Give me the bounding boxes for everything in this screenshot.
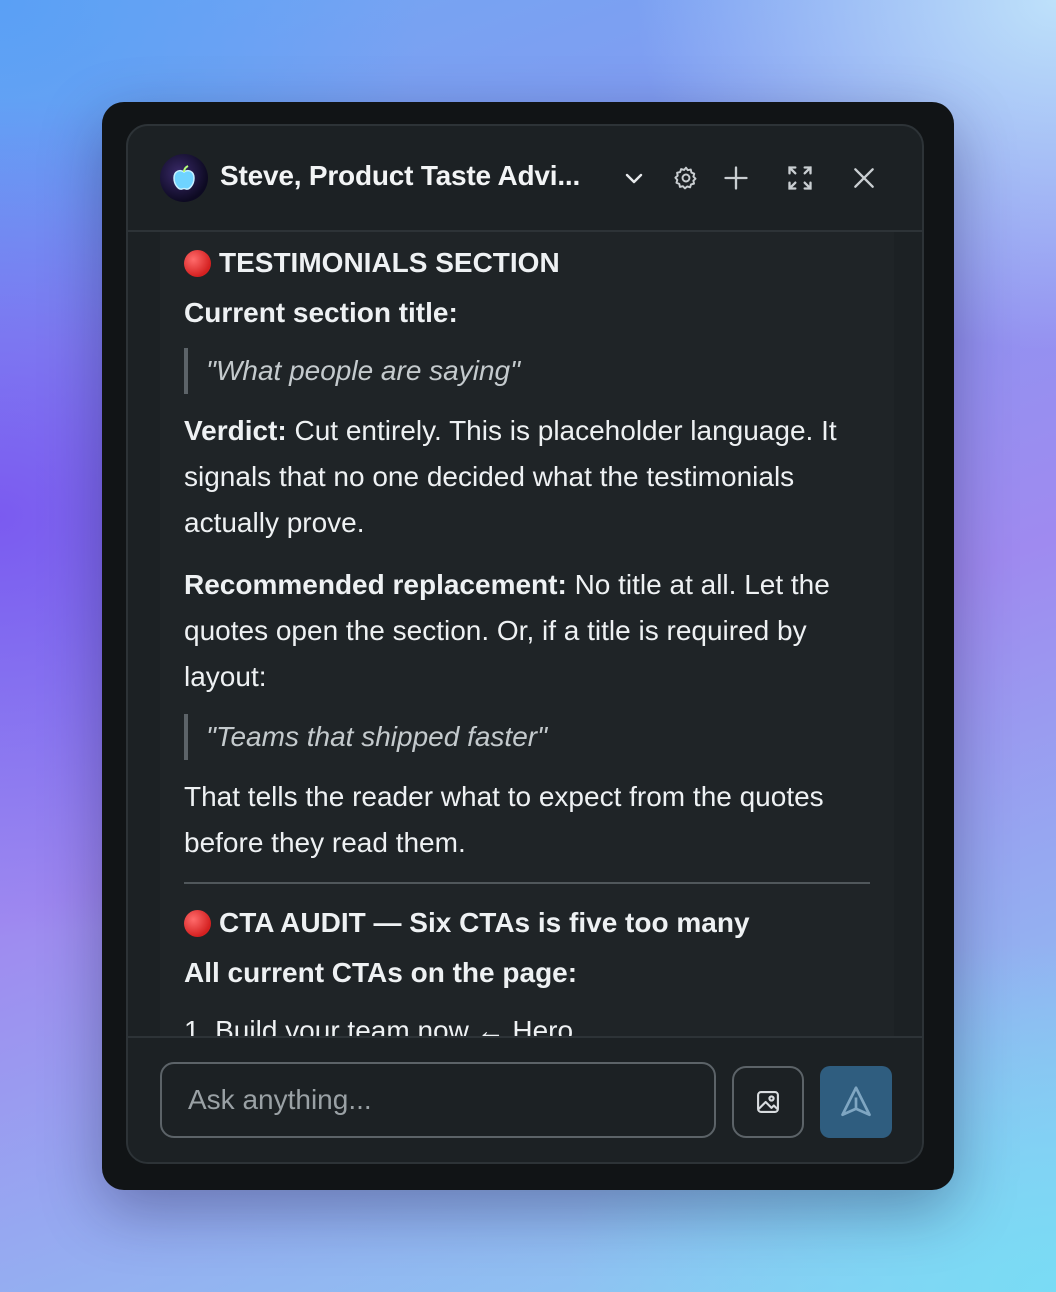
agent-avatar[interactable] xyxy=(160,154,208,202)
message-content[interactable]: TESTIMONIALS SECTION Current section tit… xyxy=(160,232,894,1036)
gear-icon[interactable] xyxy=(668,160,704,196)
list-item: 1. Build your team now ← Hero xyxy=(184,1015,574,1036)
chat-window: Steve, Product Taste Advi... TESTIMONIAL… xyxy=(102,102,954,1190)
recommendation-paragraph: Recommended replacement: No title at all… xyxy=(184,562,870,700)
verdict-label: Verdict: xyxy=(184,415,287,446)
verdict-paragraph: Verdict: Cut entirely. This is placehold… xyxy=(184,408,870,546)
red-circle-icon xyxy=(184,909,211,937)
send-button[interactable] xyxy=(820,1066,892,1138)
divider xyxy=(184,882,870,884)
section-heading: TESTIMONIALS SECTION xyxy=(184,242,870,284)
section-heading-text: CTA AUDIT — Six CTAs is five too many xyxy=(219,907,750,938)
recommendation-label: Recommended replacement: xyxy=(184,569,567,600)
section-heading-text: TESTIMONIALS SECTION xyxy=(219,247,560,278)
section-heading: CTA AUDIT — Six CTAs is five too many xyxy=(184,902,870,944)
blockquote: "What people are saying" xyxy=(184,348,870,394)
apple-icon xyxy=(173,165,195,190)
agent-title[interactable]: Steve, Product Taste Advi... xyxy=(220,160,580,192)
chat-input[interactable]: Ask anything... xyxy=(160,1062,716,1138)
closing-paragraph: That tells the reader what to expect fro… xyxy=(184,781,824,858)
send-icon xyxy=(841,1086,871,1117)
attach-image-button[interactable] xyxy=(732,1066,804,1138)
chevron-down-icon[interactable] xyxy=(616,160,652,196)
chat-panel: Steve, Product Taste Advi... TESTIMONIAL… xyxy=(126,124,924,1164)
expand-icon[interactable] xyxy=(782,160,818,196)
composer: Ask anything... xyxy=(128,1036,922,1162)
red-circle-icon xyxy=(184,249,211,277)
plus-icon[interactable] xyxy=(718,160,754,196)
section-subheading: All current CTAs on the page: xyxy=(184,957,578,988)
chat-header: Steve, Product Taste Advi... xyxy=(128,126,922,232)
image-icon xyxy=(757,1091,779,1113)
section-subheading: Current section title: xyxy=(184,297,458,328)
close-icon[interactable] xyxy=(846,160,882,196)
blockquote: "Teams that shipped faster" xyxy=(184,714,870,760)
